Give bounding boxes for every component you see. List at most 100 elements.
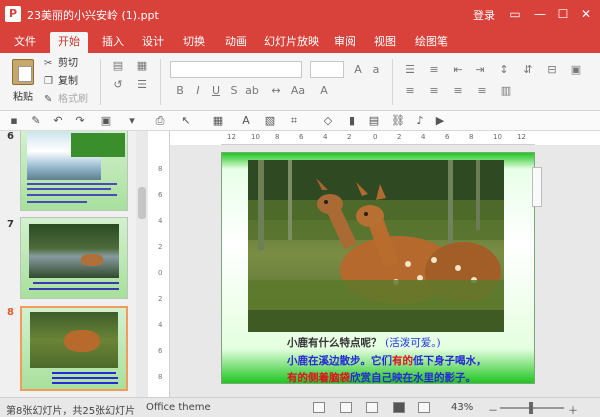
tab-review[interactable]: 审阅: [326, 32, 364, 53]
question-line[interactable]: 小鹿有什么特点呢？ (活泼可爱。): [287, 335, 441, 350]
tab-slideshow[interactable]: 幻灯片放映: [256, 32, 327, 53]
notes-view-icon[interactable]: [340, 402, 352, 413]
text-direction-icon[interactable]: ⇵: [520, 62, 536, 78]
columns-icon[interactable]: ▥: [498, 83, 514, 99]
bold-icon[interactable]: B: [172, 83, 188, 99]
align-right-icon[interactable]: ≡: [450, 83, 466, 99]
minimize-button[interactable]: —: [530, 4, 550, 24]
zoom-out-button[interactable]: －: [488, 402, 498, 417]
ruler-tick: 6: [299, 133, 304, 141]
strikethrough-icon[interactable]: ab: [244, 83, 260, 99]
zoom-slider-handle[interactable]: [529, 402, 533, 414]
ruler-tick: 4: [323, 133, 328, 141]
ribbon-home: 粘贴 ✂ 剪切 ❐ 复制 ✎ 格式刷 ▤ ▦ ↺ ☰ A a B I U S ab ↔…: [0, 53, 600, 111]
copy-button[interactable]: ❐ 复制: [44, 74, 78, 90]
maximize-button[interactable]: ☐: [553, 4, 573, 24]
qat-dropdown-icon[interactable]: ▾: [124, 113, 140, 129]
align-center-icon[interactable]: ≡: [426, 83, 442, 99]
italic-icon[interactable]: I: [190, 83, 206, 99]
close-button[interactable]: ✕: [576, 4, 596, 24]
outline-view-icon[interactable]: [366, 402, 378, 413]
smartart-icon[interactable]: ▣: [568, 62, 584, 78]
ruler-tick: 2: [158, 243, 163, 251]
char-spacing-icon[interactable]: ↔: [268, 83, 284, 99]
thumbnail-scrollbar[interactable]: [136, 131, 148, 397]
sound-icon[interactable]: ♪: [412, 113, 428, 129]
canvas-side-handle[interactable]: [532, 167, 542, 207]
ruler-tick: 4: [158, 321, 163, 329]
line-spacing-icon[interactable]: ↕: [496, 62, 512, 78]
redo-icon[interactable]: ↷: [72, 113, 88, 129]
section-icon[interactable]: ☰: [134, 77, 150, 93]
link-icon[interactable]: ⛓: [390, 113, 406, 129]
body-line-2[interactable]: 小鹿在溪边散步。它们有的低下身子喝水，: [287, 353, 487, 368]
body-text: 欣赏自己映在水里的影子。: [350, 372, 476, 384]
restore-icon[interactable]: ▭: [505, 4, 525, 24]
undo-icon[interactable]: ↶: [50, 113, 66, 129]
tab-insert[interactable]: 插入: [94, 32, 132, 53]
login-link[interactable]: 登录: [473, 7, 495, 23]
cut-button[interactable]: ✂ 剪切: [44, 56, 78, 72]
normal-view-icon[interactable]: [313, 402, 325, 413]
font-name-combobox[interactable]: [170, 61, 302, 78]
deer-photo[interactable]: [248, 160, 504, 332]
body-line-3[interactable]: 有的侧着脑袋欣赏自己映在水里的影子。: [287, 370, 476, 384]
crop-icon[interactable]: ⌗: [286, 113, 302, 129]
tab-file[interactable]: 文件: [6, 32, 44, 53]
layout-icon[interactable]: ▦: [134, 58, 150, 74]
tab-home[interactable]: 开始: [50, 32, 88, 53]
tab-design[interactable]: 设计: [134, 32, 172, 53]
align-left-icon[interactable]: ≡: [402, 83, 418, 99]
zoom-in-button[interactable]: ＋: [568, 402, 578, 417]
print-icon[interactable]: ⎙: [152, 113, 168, 129]
slide-thumbnail-8[interactable]: [20, 306, 128, 391]
paste-button[interactable]: 粘贴: [8, 57, 38, 105]
shrink-font-icon[interactable]: a: [368, 62, 384, 78]
shapes-icon[interactable]: ◇: [320, 113, 336, 129]
underline-icon[interactable]: U: [208, 83, 224, 99]
slide-thumbnail-7[interactable]: [20, 217, 128, 299]
chart-icon[interactable]: ▮: [344, 113, 360, 129]
font-color-icon[interactable]: A: [316, 83, 332, 99]
change-case-icon[interactable]: Aa: [290, 83, 306, 99]
reset-icon[interactable]: ↺: [110, 77, 126, 93]
shadow-icon[interactable]: S: [226, 83, 242, 99]
thumbnail-image: [29, 224, 119, 278]
reading-view-icon[interactable]: [418, 402, 430, 413]
picture-icon[interactable]: ▧: [262, 113, 278, 129]
thumbnail-text-line: [29, 288, 119, 290]
font-size-combobox[interactable]: [310, 61, 344, 78]
ribbon-divider: [100, 59, 101, 105]
tab-view[interactable]: 视图: [366, 32, 404, 53]
format-painter-button[interactable]: ✎ 格式刷: [44, 92, 88, 108]
slide-sorter-icon[interactable]: [393, 402, 405, 413]
tab-transitions[interactable]: 切换: [175, 32, 213, 53]
tab-animations[interactable]: 动画: [217, 32, 255, 53]
increase-indent-icon[interactable]: ⇥: [472, 62, 488, 78]
scrollbar-thumb[interactable]: [138, 187, 146, 219]
deer-illustration: [248, 160, 504, 332]
ruler-tick: 8: [158, 165, 163, 173]
pointer-icon[interactable]: ↖: [178, 113, 194, 129]
video-icon[interactable]: ▶: [432, 113, 448, 129]
table-icon[interactable]: ▦: [210, 113, 226, 129]
bullets-icon[interactable]: ☰: [402, 62, 418, 78]
current-slide[interactable]: 小鹿有什么特点呢？ (活泼可爱。) 小鹿在溪边散步。它们有的低下身子喝水， 有的…: [221, 152, 535, 384]
format-painter-icon[interactable]: ✎: [28, 113, 44, 129]
numbering-icon[interactable]: ≡: [426, 62, 442, 78]
grow-font-icon[interactable]: A: [350, 62, 366, 78]
grid-icon[interactable]: ▤: [366, 113, 382, 129]
new-slide-icon[interactable]: ▤: [110, 58, 126, 74]
vertical-ruler: 8 6 4 2 0 2 4 6 8: [150, 131, 170, 397]
slide-thumbnail-6[interactable]: [20, 131, 128, 211]
zoom-level[interactable]: 43%: [451, 402, 473, 413]
highlight-text: 侧着脑袋: [308, 372, 350, 384]
decrease-indent-icon[interactable]: ⇤: [450, 62, 466, 78]
justify-icon[interactable]: ≡: [474, 83, 490, 99]
align-text-icon[interactable]: ⊟: [544, 62, 560, 78]
textbox-icon[interactable]: A: [238, 113, 254, 129]
save-icon[interactable]: ▪: [6, 113, 22, 129]
tab-draw[interactable]: 绘图笔: [407, 32, 456, 53]
disk-icon[interactable]: ▣: [98, 113, 114, 129]
ruler-tick: 6: [158, 347, 163, 355]
